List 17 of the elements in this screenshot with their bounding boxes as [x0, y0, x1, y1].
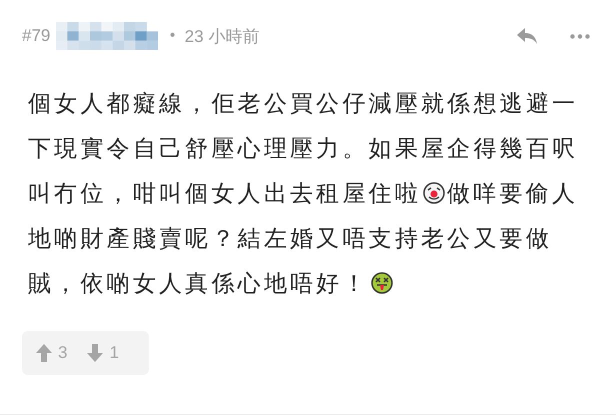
upvote-button[interactable]: 3	[36, 343, 68, 363]
up-arrow-icon	[36, 344, 52, 362]
post-text: 叫冇位，咁叫個女人出去租屋住啦	[28, 181, 421, 207]
post-time: 23 小時前	[184, 26, 260, 48]
reply-icon[interactable]	[516, 27, 538, 45]
downvote-button[interactable]: 1	[87, 343, 119, 363]
clown-emoji-icon	[423, 182, 445, 204]
post-text: 做咩要偷人	[447, 181, 578, 207]
post-text: 賊，依啲女人真係心地唔好！	[28, 271, 369, 297]
sick-emoji-icon	[370, 272, 393, 294]
post-text: 下現實令自己舒壓心理壓力。如果屋企得幾百呎	[28, 136, 578, 162]
more-icon[interactable]	[570, 34, 590, 38]
separator-dot: •	[168, 28, 177, 44]
post-text: 地啲財產賤賣呢？結左婚又唔支持老公又要做	[28, 226, 552, 252]
post-number: #79	[22, 26, 50, 46]
down-arrow-icon	[87, 344, 104, 362]
post-text: 個女人都癡線，佢老公買公仔減壓就係想逃避一	[28, 91, 578, 117]
